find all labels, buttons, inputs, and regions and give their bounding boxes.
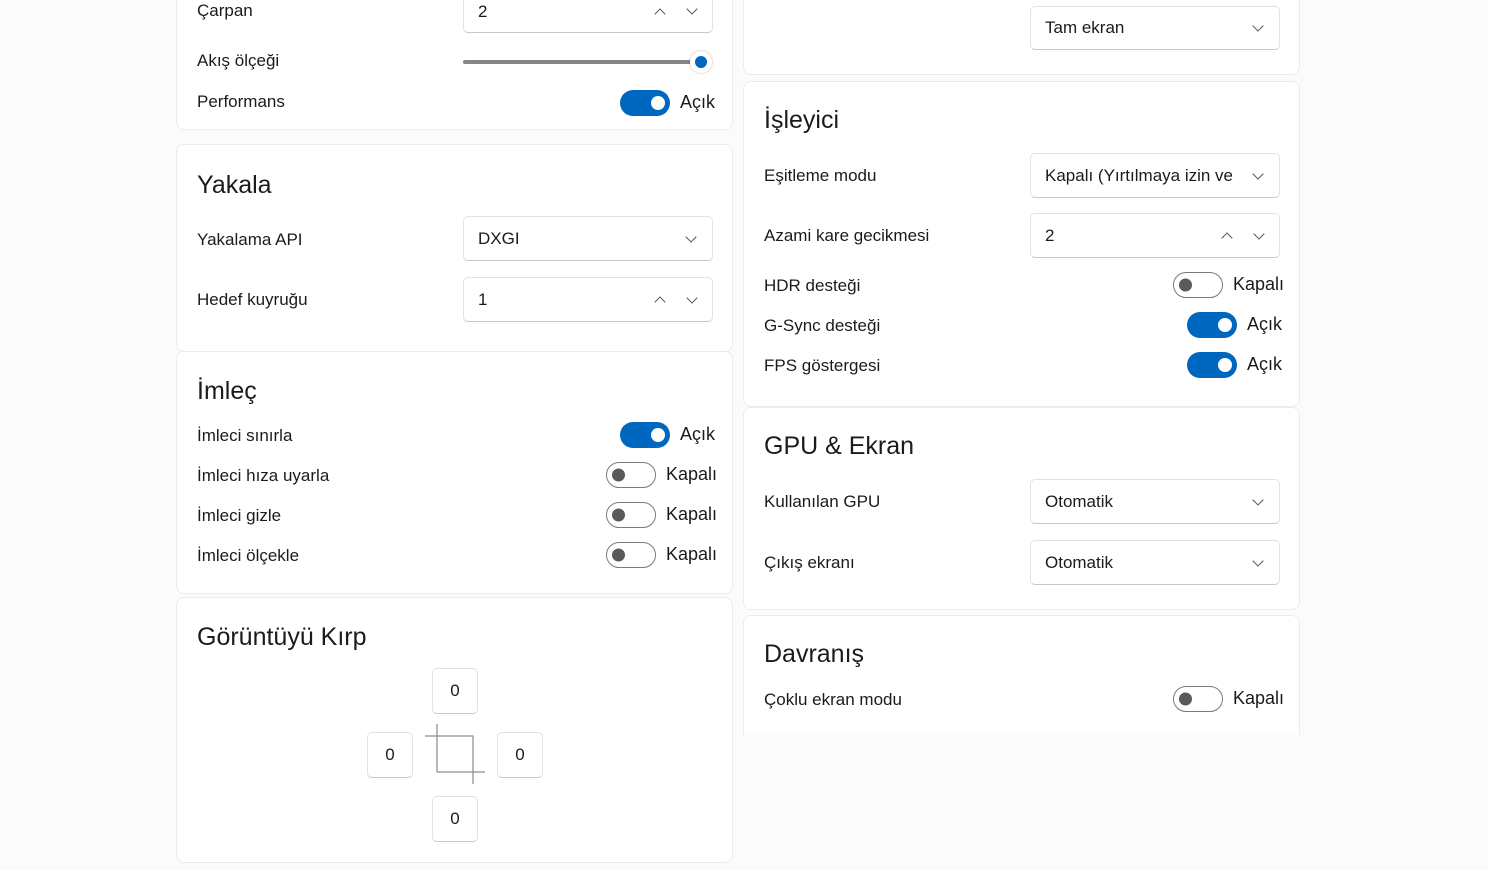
chevron-down-icon [685, 231, 697, 243]
crop-top-input[interactable]: 0 [432, 668, 478, 714]
multi-monitor-toggle[interactable]: Kapalı [1173, 686, 1285, 712]
chevron-down-icon [1252, 555, 1264, 567]
flow-scale-label: Akış ölçeği [197, 51, 280, 70]
toggle-state: Kapalı [1233, 688, 1285, 708]
crop-card: Görüntüyü Kırp 0 0 0 0 [176, 597, 733, 863]
output-display-dropdown[interactable]: Otomatik [1030, 540, 1280, 585]
fps-counter-label: FPS göstergesi [764, 356, 881, 375]
chevron-down-icon [1252, 494, 1264, 506]
capture-card: Yakala Yakalama API DXGI Hedef kuyruğu 1 [176, 144, 733, 352]
scale-cursor-label: İmleci ölçekle [197, 546, 300, 565]
adjust-cursor-speed-toggle[interactable]: Kapalı [606, 462, 718, 488]
sync-mode-value: Kapalı (Yırtılmaya izin ve [1045, 165, 1234, 185]
target-queue-label: Hedef kuyruğu [197, 290, 308, 309]
gsync-support-toggle[interactable]: Açık [1187, 312, 1287, 338]
hide-cursor-label: İmleci gizle [197, 506, 282, 525]
fps-counter-toggle[interactable]: Açık [1187, 352, 1287, 378]
renderer-card: İşleyici Eşitleme modu Kapalı (Yırtılmay… [743, 81, 1300, 407]
chevron-up-icon[interactable] [654, 296, 666, 308]
scale-cursor-toggle[interactable]: Kapalı [606, 542, 718, 568]
display-mode-dropdown[interactable]: Tam ekran [1030, 6, 1280, 50]
clip-cursor-toggle[interactable]: Açık [620, 422, 720, 448]
toggle-switch[interactable] [606, 502, 656, 528]
output-display-value: Otomatik [1045, 552, 1114, 572]
toggle-switch[interactable] [1173, 686, 1223, 712]
display-mode-value: Tam ekran [1045, 18, 1125, 37]
toggle-switch[interactable] [606, 462, 656, 488]
capture-api-label: Yakalama API [197, 230, 303, 249]
toggle-switch[interactable] [1173, 272, 1223, 298]
toggle-state: Açık [680, 424, 716, 444]
gpu-display-title: GPU & Ekran [764, 432, 915, 460]
adjust-cursor-speed-label: İmleci hıza uyarla [197, 466, 330, 485]
chevron-down-icon[interactable] [686, 3, 698, 15]
multi-monitor-label: Çoklu ekran modu [764, 690, 902, 709]
clip-cursor-label: İmleci sınırla [197, 426, 293, 445]
max-frame-latency-stepper[interactable]: 2 [1030, 213, 1280, 258]
sync-mode-label: Eşitleme modu [764, 166, 877, 185]
toggle-state: Kapalı [666, 464, 718, 484]
performance-label: Performans [197, 92, 285, 111]
behavior-title: Davranış [764, 640, 865, 668]
target-queue-stepper[interactable]: 1 [463, 277, 713, 322]
chevron-up-icon[interactable] [654, 8, 666, 20]
capture-api-dropdown[interactable]: DXGI [463, 216, 713, 261]
toggle-state: Açık [1247, 314, 1283, 334]
toggle-switch[interactable] [606, 542, 656, 568]
chevron-down-icon [1252, 20, 1264, 32]
max-frame-latency-label: Azami kare gecikmesi [764, 226, 930, 245]
performance-toggle[interactable]: Açık [620, 90, 720, 116]
toggle-switch[interactable] [1187, 352, 1237, 378]
cursor-title: İmleç [197, 377, 257, 405]
slider-thumb[interactable] [690, 51, 712, 73]
gpu-display-card: GPU & Ekran Kullanılan GPU Otomatik Çıkı… [743, 407, 1300, 610]
crop-icon [425, 724, 485, 784]
sync-mode-dropdown[interactable]: Kapalı (Yırtılmaya izin ve [1030, 153, 1280, 198]
toggle-state: Kapalı [666, 544, 718, 564]
flow-scale-slider[interactable] [463, 51, 713, 73]
cursor-card: İmleç İmleci sınırla Açık İmleci hıza uy… [176, 351, 733, 594]
toggle-state: Kapalı [1233, 274, 1285, 294]
toggle-switch[interactable] [1187, 312, 1237, 338]
hide-cursor-toggle[interactable]: Kapalı [606, 502, 718, 528]
multiplier-label: Çarpan [197, 1, 253, 20]
chevron-down-icon[interactable] [1253, 228, 1265, 240]
slider-track [463, 60, 703, 64]
renderer-title: İşleyici [764, 106, 840, 134]
crop-right-input[interactable]: 0 [497, 732, 543, 778]
gpu-value: Otomatik [1045, 491, 1114, 511]
gsync-support-label: G-Sync desteği [764, 316, 881, 335]
crop-title: Görüntüyü Kırp [197, 623, 367, 651]
multiplier-stepper[interactable]: 2 [463, 0, 713, 33]
crop-left-input[interactable]: 0 [367, 732, 413, 778]
capture-api-value: DXGI [478, 228, 520, 248]
hdr-support-label: HDR desteği [764, 276, 861, 295]
toggle-state: Açık [680, 92, 716, 112]
gpu-dropdown[interactable]: Otomatik [1030, 479, 1280, 524]
toggle-switch[interactable] [620, 90, 670, 116]
max-frame-latency-value: 2 [1045, 225, 1055, 245]
multiplier-value: 2 [478, 1, 488, 21]
chevron-down-icon[interactable] [686, 292, 698, 304]
capture-title: Yakala [197, 171, 272, 199]
target-queue-value: 1 [478, 289, 488, 309]
chevron-up-icon[interactable] [1221, 232, 1233, 244]
chevron-down-icon [1252, 168, 1264, 180]
toggle-state: Açık [1247, 354, 1283, 374]
scaling-card: Çarpan 2 Akış ölçeği Performans Açık [176, 0, 733, 130]
display-mode-card: Tam ekran [743, 0, 1300, 75]
output-display-label: Çıkış ekranı [764, 553, 855, 572]
toggle-state: Kapalı [666, 504, 718, 524]
crop-bottom-input[interactable]: 0 [432, 796, 478, 842]
hdr-support-toggle[interactable]: Kapalı [1173, 272, 1285, 298]
gpu-label: Kullanılan GPU [764, 492, 881, 511]
behavior-card: Davranış Çoklu ekran modu Kapalı [743, 615, 1300, 735]
toggle-switch[interactable] [620, 422, 670, 448]
